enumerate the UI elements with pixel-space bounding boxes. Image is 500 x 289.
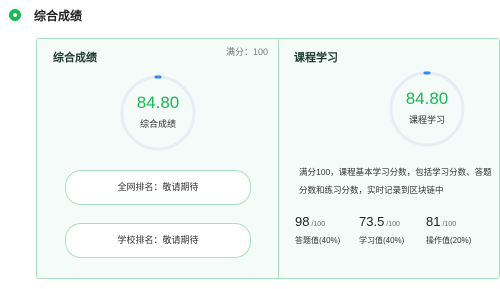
stat-value: 73.5 [359, 214, 385, 229]
national-rank-button[interactable]: 全网排名：敬请期待 [65, 170, 251, 205]
stat-label: 操作值(20%) [426, 236, 472, 245]
stat-max: /100 [386, 221, 400, 228]
course-description: 满分100，课程基本学习分数，包括学习分数、答题分数和练习分数，实时记录到区块链… [299, 167, 492, 195]
overall-ring-graphic [120, 75, 196, 151]
stat-value: 98 [295, 214, 310, 229]
course-score-label: 课程学习 [408, 115, 445, 125]
stat-max: /100 [311, 221, 326, 228]
course-score-ring: 84.80 课程学习 [387, 69, 467, 149]
score-panel: 综合成绩 满分：100 84.80 综合成绩 全网排名：敬请期待 学校排名：敬请… [36, 38, 500, 279]
course-ring-graphic [389, 71, 465, 147]
overall-score-title: 综合成绩 [53, 52, 97, 64]
stat-max: /100 [442, 221, 457, 228]
stat-value: 81 [426, 214, 441, 229]
ring-track [389, 71, 465, 147]
overall-score-label: 综合成绩 [139, 119, 176, 129]
overall-score-value: 84.80 [136, 93, 180, 112]
course-study-card: 课程学习 84.80 课程学习 满分100，课程基本学习分数，包括学习分数、答题… [280, 39, 499, 278]
stat-label: 答题值(40%) [295, 236, 341, 245]
stat-operation: 81/100 操作值(20%) [426, 214, 496, 246]
ring-track [120, 75, 196, 151]
status-dot-icon [9, 9, 21, 21]
school-rank-button[interactable]: 学校排名：敬请期待 [65, 223, 251, 258]
overall-score-card: 综合成绩 满分：100 84.80 综合成绩 全网排名：敬请期待 学校排名：敬请… [37, 39, 279, 278]
stat-answer: 98/100 答题值(40%) [295, 214, 365, 246]
section-title: 综合成绩 [34, 9, 83, 23]
full-score-text: 满分：100 [225, 47, 268, 57]
course-study-title: 课程学习 [294, 52, 338, 64]
stat-label: 学习值(40%) [359, 236, 405, 245]
stat-study: 73.5/100 学习值(40%) [359, 214, 429, 246]
section-header: 综合成绩 [0, 0, 500, 30]
overall-score-ring: 84.80 综合成绩 [118, 73, 198, 153]
course-score-value: 84.80 [405, 89, 449, 108]
